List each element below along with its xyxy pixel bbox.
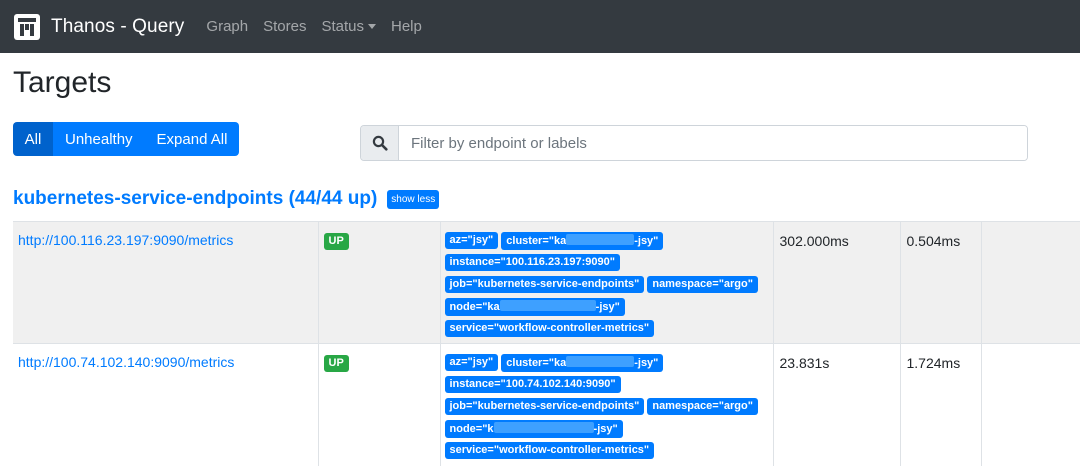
nav-status-label: Status bbox=[321, 18, 364, 35]
state-badge: UP bbox=[323, 355, 349, 372]
redacted-mask bbox=[566, 356, 635, 367]
last-scrape-value: 23.831s bbox=[779, 355, 830, 371]
show-less-button[interactable]: show less bbox=[387, 189, 440, 209]
endpoint-cell: http://100.116.23.197:9090/metrics bbox=[13, 221, 318, 344]
label-badge: namespace="argo" bbox=[647, 276, 758, 293]
error-cell bbox=[980, 343, 1080, 466]
label-badge: instance="100.74.102.140:9090" bbox=[444, 376, 621, 393]
labels-cell: az="jsy" cluster="ka -jsy" instance="100.… bbox=[439, 343, 773, 466]
nav-graph[interactable]: Graph bbox=[206, 18, 248, 35]
last-scrape-cell: 302.000ms bbox=[772, 221, 900, 344]
scrape-pool-header: kubernetes-service-endpoints (44/44 up) … bbox=[13, 188, 440, 210]
labels-cell: az="jsy" cluster="ka -jsy" instance="100.… bbox=[439, 221, 773, 344]
expand-all-button[interactable]: Expand All bbox=[144, 122, 240, 156]
last-scrape-cell: 23.831s bbox=[772, 343, 900, 466]
filter-unhealthy-button[interactable]: Unhealthy bbox=[53, 122, 145, 156]
nav-help[interactable]: Help bbox=[391, 18, 422, 35]
label-badge-cluster: cluster="ka -jsy" bbox=[501, 354, 664, 372]
filter-button-group: All Unhealthy Expand All bbox=[13, 122, 240, 156]
search-icon bbox=[361, 126, 399, 160]
scrape-duration-cell: 0.504ms bbox=[899, 221, 981, 344]
endpoint-cell: http://100.74.102.140:9090/metrics bbox=[13, 343, 318, 466]
top-navbar: Thanos - Query Graph Stores Status Help bbox=[0, 0, 1080, 53]
targets-table: http://100.116.23.197:9090/metrics UP az… bbox=[13, 221, 1080, 466]
error-cell bbox=[980, 221, 1080, 344]
nav-links: Graph Stores Status Help bbox=[206, 18, 436, 35]
table-row: http://100.74.102.140:9090/metrics UP az… bbox=[13, 343, 1080, 466]
brand[interactable]: Thanos - Query bbox=[14, 13, 185, 40]
label-badge: job="kubernetes-service-endpoints" bbox=[444, 276, 645, 293]
table-row: http://100.116.23.197:9090/metrics UP az… bbox=[13, 221, 1080, 344]
label-badge: service="workflow-controller-metrics" bbox=[444, 442, 655, 459]
state-cell: UP bbox=[317, 221, 440, 344]
label-badge: az="jsy" bbox=[444, 232, 499, 249]
scrape-duration-value: 0.504ms bbox=[906, 233, 961, 249]
search-input[interactable] bbox=[399, 126, 1027, 160]
label-badge-node: node="k -jsy" bbox=[444, 420, 623, 438]
label-badge: az="jsy" bbox=[444, 354, 499, 371]
label-badge: service="workflow-controller-metrics" bbox=[444, 320, 655, 337]
label-badge: instance="100.116.23.197:9090" bbox=[444, 254, 620, 271]
label-badge-node: node="ka -jsy" bbox=[444, 298, 625, 316]
label-badge: namespace="argo" bbox=[647, 398, 758, 415]
page-title: Targets bbox=[13, 66, 112, 99]
nav-status-dropdown[interactable]: Status bbox=[321, 18, 376, 35]
scrape-pool-title[interactable]: kubernetes-service-endpoints (44/44 up) bbox=[13, 188, 377, 210]
state-cell: UP bbox=[317, 343, 440, 466]
scrape-duration-value: 1.724ms bbox=[906, 355, 961, 371]
filter-all-button[interactable]: All bbox=[13, 122, 53, 156]
redacted-mask bbox=[566, 234, 635, 245]
scrape-duration-cell: 1.724ms bbox=[899, 343, 981, 466]
label-badge-cluster: cluster="ka -jsy" bbox=[501, 232, 664, 250]
label-badge: job="kubernetes-service-endpoints" bbox=[444, 398, 645, 415]
redacted-mask bbox=[493, 422, 594, 433]
nav-stores[interactable]: Stores bbox=[263, 18, 306, 35]
search-group bbox=[360, 125, 1028, 161]
chevron-down-icon bbox=[368, 24, 376, 29]
redacted-mask bbox=[499, 300, 596, 311]
state-badge: UP bbox=[323, 233, 349, 250]
brand-title: Thanos - Query bbox=[51, 15, 185, 37]
endpoint-link[interactable]: http://100.116.23.197:9090/metrics bbox=[18, 232, 318, 248]
endpoint-link[interactable]: http://100.74.102.140:9090/metrics bbox=[18, 354, 318, 370]
last-scrape-value: 302.000ms bbox=[779, 233, 849, 249]
thanos-logo-icon bbox=[14, 13, 40, 40]
